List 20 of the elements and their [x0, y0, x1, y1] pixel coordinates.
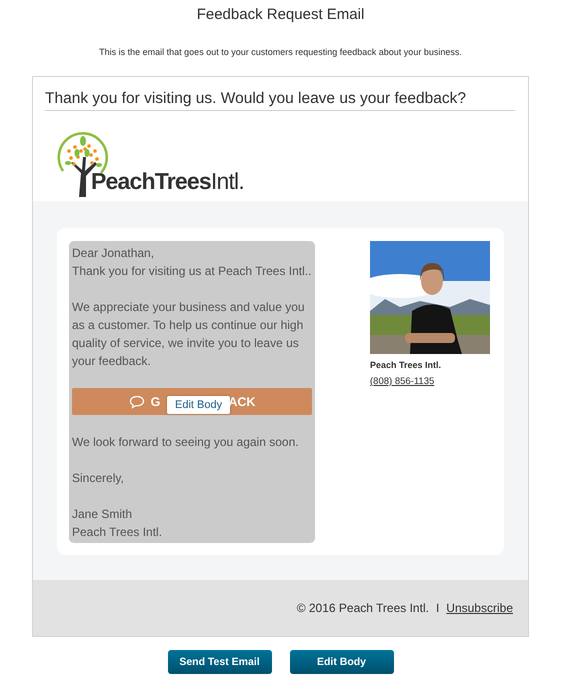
- phone-link[interactable]: (808) 856-1135: [370, 376, 434, 387]
- signoff-text: Sincerely,: [72, 470, 125, 487]
- chat-bubble-icon: [128, 394, 145, 408]
- send-test-email-button[interactable]: Send Test Email: [168, 650, 272, 674]
- signature-text: Jane Smith: [72, 506, 134, 523]
- edit-body-button[interactable]: Edit Body: [290, 650, 394, 674]
- copyright-text: © 2016 Peach Trees Intl.: [296, 601, 429, 615]
- unsubscribe-link[interactable]: Unsubscribe: [446, 601, 513, 615]
- page-description: This is the email that goes out to your customers requesting feedback about your business.: [99, 47, 462, 57]
- logo-text: PeachTreesIntl.: [91, 168, 244, 195]
- signature-text: Peach Trees Intl.: [72, 524, 164, 541]
- greeting-text: Dear Jonathan,: [72, 245, 156, 262]
- edit-body-tooltip[interactable]: Edit Body: [167, 396, 230, 414]
- email-subject: Thank you for visiting us. Would you leave us your feedback?: [45, 90, 515, 111]
- body-paragraph: We appreciate your business and value you as a customer. To help us continue our high quality of service, we invite you to leave us your feedback.: [72, 299, 306, 370]
- greeting-text: Thank you for visiting us at Peach Trees Intl..: [72, 263, 312, 280]
- contact-name: Peach Trees Intl.: [370, 360, 442, 370]
- page-title: Feedback Request Email: [196, 6, 364, 24]
- closing-text: We look forward to seeing you again soon.: [72, 434, 300, 451]
- separator-text: I: [436, 601, 440, 615]
